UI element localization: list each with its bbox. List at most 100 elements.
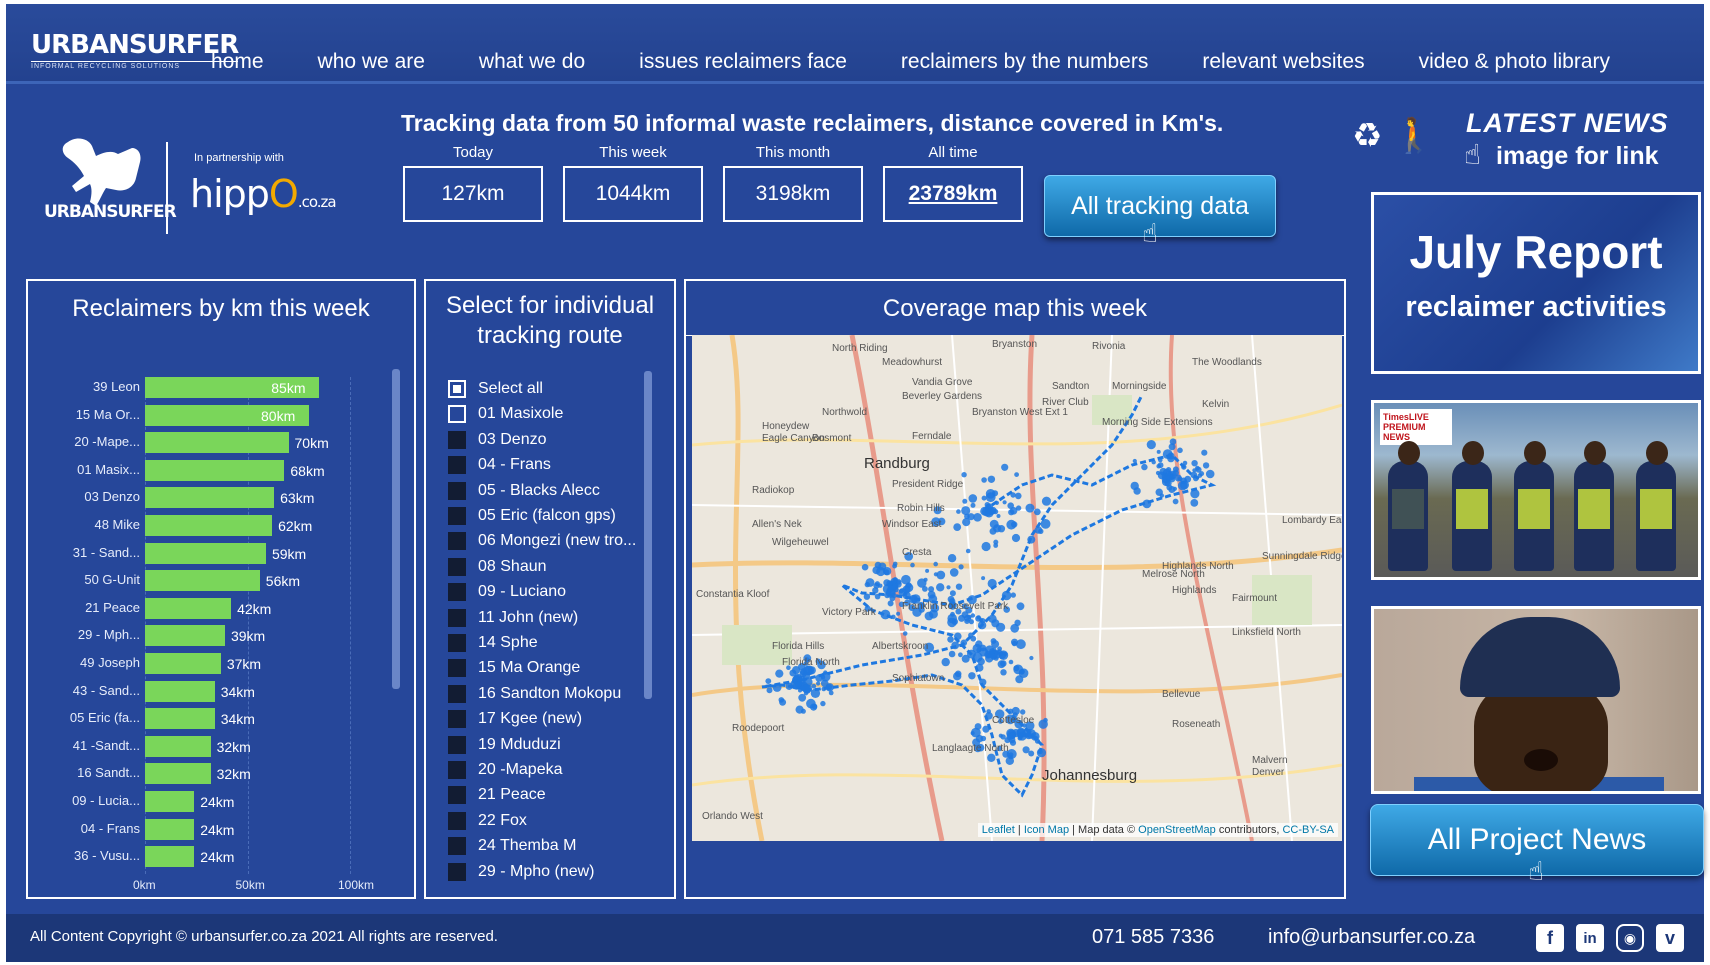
bar-row[interactable]: 16 Sandt... 32km bbox=[28, 763, 368, 785]
checklist-item[interactable]: 21 Peace bbox=[448, 783, 546, 807]
footer-phone[interactable]: 071 585 7336 bbox=[1092, 926, 1214, 949]
bar-row[interactable]: 21 Peace 42km bbox=[28, 597, 368, 620]
checkbox[interactable] bbox=[448, 837, 466, 856]
facebook-icon[interactable]: f bbox=[1536, 924, 1564, 952]
checkbox[interactable] bbox=[448, 786, 466, 805]
bar-row[interactable]: 48 Mike 62km bbox=[28, 515, 368, 537]
bar-row[interactable]: 01 Masix... 68km bbox=[28, 459, 368, 482]
checkbox[interactable] bbox=[448, 608, 466, 627]
bar[interactable] bbox=[145, 432, 289, 454]
checkbox[interactable] bbox=[448, 532, 466, 551]
brand-logo[interactable]: URBANSURFER INFORMAL RECYCLING SOLUTIONS bbox=[31, 30, 239, 70]
checkbox[interactable] bbox=[448, 507, 466, 525]
all-tracking-data-button[interactable]: All tracking data bbox=[1044, 175, 1276, 237]
checklist-item[interactable]: 09 - Luciano bbox=[448, 580, 566, 604]
bar[interactable] bbox=[145, 680, 215, 702]
checklist-item[interactable]: 11 John (new) bbox=[448, 606, 578, 630]
checkbox[interactable] bbox=[448, 456, 466, 475]
bar[interactable] bbox=[145, 735, 211, 757]
checklist-item[interactable]: 14 Sphe bbox=[448, 631, 538, 655]
news-photo-reclaimers[interactable]: TimesLIVE PREMIUM NEWS bbox=[1371, 400, 1701, 580]
nav-relevant-websites[interactable]: relevant websites bbox=[1202, 50, 1364, 74]
checklist-item[interactable]: 03 Denzo bbox=[448, 428, 547, 452]
bar-row[interactable]: 36 - Vusu... 24km bbox=[28, 846, 368, 868]
leaflet-link[interactable]: Leaflet bbox=[982, 824, 1015, 836]
checkbox[interactable] bbox=[448, 862, 466, 881]
bar-row[interactable]: 50 G-Unit 56km bbox=[28, 570, 368, 592]
checklist-scrollbar[interactable] bbox=[644, 371, 652, 699]
bar[interactable] bbox=[145, 791, 195, 812]
checklist-item[interactable]: 05 - Blacks Alecc bbox=[448, 479, 600, 503]
checklist-item[interactable]: 04 - Frans bbox=[448, 453, 551, 477]
checklist-item[interactable]: 19 Mduduzi bbox=[448, 733, 561, 757]
nav-home[interactable]: home bbox=[211, 50, 264, 74]
coverage-map[interactable]: North Riding Bryanston Rivonia Meadowhurst T… bbox=[692, 335, 1342, 841]
vimeo-icon[interactable]: v bbox=[1656, 924, 1684, 952]
bar-row[interactable]: 31 - Sand... 59km bbox=[28, 542, 368, 565]
bar[interactable] bbox=[145, 846, 195, 868]
bar-row[interactable]: 41 -Sandt... 32km bbox=[28, 735, 368, 758]
bar-row[interactable]: 09 - Lucia... 24km bbox=[28, 791, 368, 813]
bar[interactable] bbox=[145, 542, 266, 564]
bar-row[interactable]: 03 Denzo 63km bbox=[28, 487, 368, 509]
checklist-item[interactable]: Select all bbox=[448, 377, 543, 401]
bar[interactable] bbox=[145, 515, 273, 536]
checklist-item[interactable]: 15 Ma Orange bbox=[448, 656, 580, 680]
checkbox[interactable] bbox=[448, 481, 466, 500]
checkbox[interactable] bbox=[448, 583, 466, 602]
bar-row[interactable]: 05 Eric (fa... 34km bbox=[28, 708, 368, 730]
bar[interactable] bbox=[145, 625, 225, 647]
checklist-item[interactable]: 24 Themba M bbox=[448, 834, 576, 858]
checklist-item[interactable]: 01 Masixole bbox=[448, 402, 563, 426]
checkbox[interactable] bbox=[448, 735, 466, 754]
bar-chart-scrollbar[interactable] bbox=[392, 369, 400, 689]
hippo-logo[interactable]: hippO.co.za bbox=[190, 172, 337, 216]
checklist-item[interactable]: 20 -Mapeka bbox=[448, 758, 563, 782]
checkbox[interactable] bbox=[448, 684, 466, 703]
nav-what-we-do[interactable]: what we do bbox=[479, 50, 585, 74]
bar-row[interactable]: 39 Leon 85km bbox=[28, 377, 368, 399]
checklist-item[interactable]: 08 Shaun bbox=[448, 555, 547, 579]
nav-who-we-are[interactable]: who we are bbox=[318, 50, 425, 74]
bar[interactable] bbox=[145, 570, 260, 592]
bar[interactable] bbox=[145, 597, 232, 619]
checkbox[interactable] bbox=[448, 710, 466, 729]
checkbox[interactable] bbox=[448, 405, 466, 424]
checkbox[interactable] bbox=[448, 761, 466, 779]
bar-row[interactable]: 20 -Mape... 70km bbox=[28, 432, 368, 454]
checklist-item[interactable]: 17 Kgee (new) bbox=[448, 707, 582, 731]
bar[interactable] bbox=[145, 763, 211, 785]
bar[interactable] bbox=[145, 487, 275, 509]
bar[interactable] bbox=[145, 653, 221, 674]
checkbox[interactable] bbox=[448, 811, 466, 830]
checkbox[interactable] bbox=[448, 380, 466, 398]
checkbox[interactable] bbox=[448, 430, 466, 449]
july-report-card[interactable]: July Report reclaimer activities bbox=[1371, 192, 1701, 374]
bar[interactable] bbox=[145, 459, 285, 481]
checkbox[interactable] bbox=[448, 557, 466, 576]
bar-row[interactable]: 49 Joseph 37km bbox=[28, 653, 368, 675]
bar[interactable] bbox=[145, 818, 195, 840]
checkbox[interactable] bbox=[448, 634, 466, 652]
bar-row[interactable]: 29 - Mph... 39km bbox=[28, 625, 368, 647]
linkedin-icon[interactable]: in bbox=[1576, 924, 1604, 952]
bar-row[interactable]: 43 - Sand... 34km bbox=[28, 680, 368, 703]
bar[interactable] bbox=[145, 708, 215, 730]
checklist-item[interactable]: 16 Sandton Mokopu bbox=[448, 682, 621, 706]
stat-value-link[interactable]: 23789km bbox=[883, 166, 1023, 222]
checklist-item[interactable]: 05 Eric (falcon gps) bbox=[448, 504, 616, 528]
checklist-item[interactable]: 06 Mongezi (new tro... bbox=[448, 529, 636, 553]
bar-row[interactable]: 04 - Frans 24km bbox=[28, 818, 368, 841]
osm-link[interactable]: OpenStreetMap bbox=[1138, 824, 1216, 836]
checklist-item[interactable]: 29 - Mpho (new) bbox=[448, 860, 595, 884]
checklist-item[interactable]: 22 Fox bbox=[448, 809, 527, 833]
cc-by-sa-link[interactable]: CC-BY-SA bbox=[1282, 824, 1334, 836]
icon-map-link[interactable]: Icon Map bbox=[1024, 824, 1069, 836]
bar-row[interactable]: 15 Ma Or... 80km bbox=[28, 404, 368, 427]
video-thumbnail-reclaimer[interactable] bbox=[1371, 606, 1701, 794]
nav-video-photo-library[interactable]: video & photo library bbox=[1419, 50, 1610, 74]
checkbox[interactable] bbox=[448, 659, 466, 678]
footer-email[interactable]: info@urbansurfer.co.za bbox=[1268, 926, 1475, 949]
nav-by-the-numbers[interactable]: reclaimers by the numbers bbox=[901, 50, 1148, 74]
instagram-icon[interactable]: ◉ bbox=[1616, 924, 1644, 952]
